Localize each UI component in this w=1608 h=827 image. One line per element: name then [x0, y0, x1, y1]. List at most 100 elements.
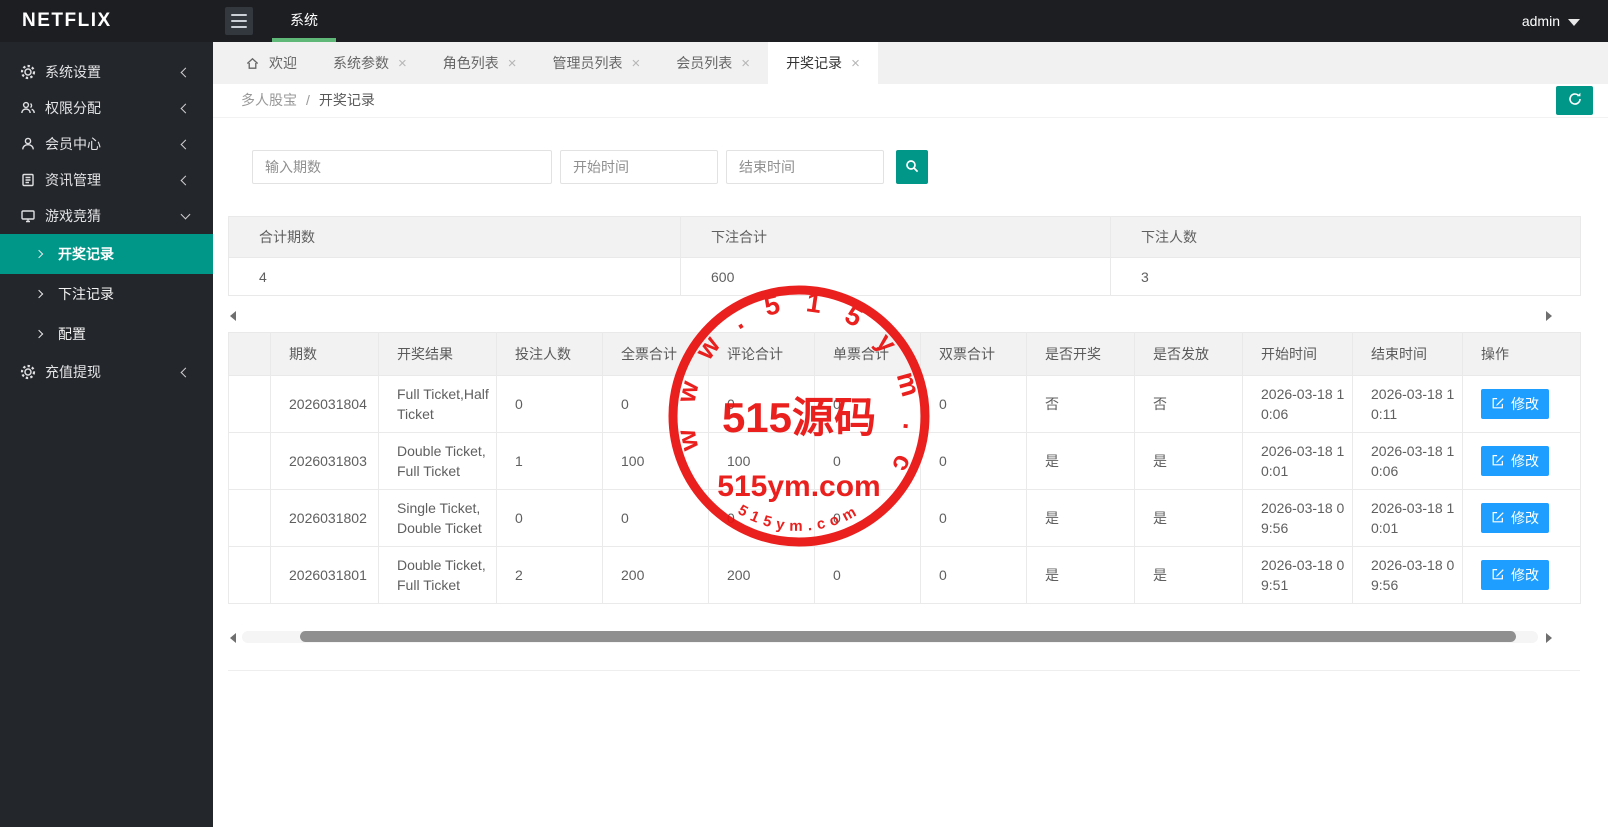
sidebar-item-member-center[interactable]: 会员中心: [0, 126, 213, 162]
col-full-total: 全票合计: [602, 332, 709, 376]
sidebar-subitem-label: 配置: [58, 326, 86, 342]
edit-button-label: 修改: [1511, 396, 1539, 412]
breadcrumb-section: 多人股宝: [241, 92, 297, 108]
sidebar-item-recharge-withdraw[interactable]: 充值提现: [0, 354, 213, 390]
scroll-left-arrow-icon[interactable]: [230, 311, 236, 321]
search-row: [228, 150, 1593, 184]
col-single-total: 单票合计: [814, 332, 921, 376]
hamburger-menu-icon[interactable]: [225, 7, 253, 35]
topnav-system[interactable]: 系统: [272, 0, 336, 42]
divider: [228, 670, 1580, 671]
edit-button[interactable]: 修改: [1481, 446, 1549, 476]
cell-double-total: 0: [920, 432, 1027, 490]
period-input[interactable]: [252, 150, 552, 184]
app-logo: NETFLIX: [22, 10, 112, 31]
col-bettors: 投注人数: [496, 332, 603, 376]
edit-icon: [1491, 510, 1505, 527]
cell-single-total: 0: [814, 546, 921, 604]
sidebar-item-game-betting[interactable]: 游戏竞猜: [0, 198, 213, 234]
sidebar-subitem-bet-records[interactable]: 下注记录: [0, 274, 213, 314]
cell-result: Double Ticket, Full Ticket: [378, 546, 497, 604]
refresh-icon: [1567, 91, 1583, 110]
close-icon[interactable]: ×: [398, 56, 407, 71]
tab-member-list[interactable]: 会员列表 ×: [658, 42, 768, 84]
tabbar: 欢迎 系统参数 × 角色列表 × 管理员列表 × 会员列表 × 开奖记录 ×: [213, 42, 1608, 84]
tab-draw-records[interactable]: 开奖记录 ×: [768, 42, 878, 84]
col-double-total: 双票合计: [920, 332, 1027, 376]
edit-button[interactable]: 修改: [1481, 389, 1549, 419]
cell-comment-total: 0: [708, 375, 815, 433]
document-icon: [20, 172, 36, 188]
draw-records-table: 期数 开奖结果 投注人数 全票合计 评论合计 单票合计 双票合计 是否开奖 是否…: [228, 332, 1581, 604]
sidebar-subitem-config[interactable]: 配置: [0, 314, 213, 354]
tab-welcome[interactable]: 欢迎: [227, 42, 315, 84]
refresh-button[interactable]: [1556, 86, 1593, 115]
edit-button[interactable]: 修改: [1481, 503, 1549, 533]
home-icon: [245, 56, 260, 71]
cell-blank: [228, 489, 271, 547]
cell-end-time: 2026-03-18 10:11: [1352, 375, 1463, 433]
col-comment-total: 评论合计: [708, 332, 815, 376]
chevron-down-icon: [180, 209, 191, 220]
tab-label: 开奖记录: [786, 55, 843, 71]
close-icon[interactable]: ×: [508, 56, 517, 71]
col-drawn: 是否开奖: [1026, 332, 1135, 376]
cell-single-total: 0: [814, 489, 921, 547]
chevron-left-icon: [180, 139, 191, 150]
start-time-input[interactable]: [560, 150, 718, 184]
chevron-left-icon: [180, 103, 191, 114]
scroll-right-arrow-icon[interactable]: [1546, 311, 1552, 321]
breadcrumb-separator: /: [306, 92, 310, 108]
tab-label: 角色列表: [442, 55, 499, 71]
breadcrumb-current: 开奖记录: [318, 92, 375, 108]
summary-total-bettors: 3: [1110, 257, 1581, 296]
sidebar-item-label: 游戏竞猜: [45, 208, 101, 224]
close-icon[interactable]: ×: [632, 56, 641, 71]
cell-bettors: 1: [496, 432, 603, 490]
col-result: 开奖结果: [378, 332, 497, 376]
edit-icon: [1491, 567, 1505, 584]
cell-period: 2026031803: [270, 432, 379, 490]
cell-paid: 否: [1134, 375, 1243, 433]
sidebar-item-info-management[interactable]: 资讯管理: [0, 162, 213, 198]
end-time-input[interactable]: [726, 150, 884, 184]
content: 合计期数 下注合计 下注人数 4 600 3: [213, 150, 1608, 671]
scroll-left-arrow-icon[interactable]: [230, 633, 236, 643]
arrow-right-icon: [34, 249, 44, 259]
cell-paid: 是: [1134, 546, 1243, 604]
sidebar: 系统设置 权限分配 会员中心 资讯管理 游戏竞猜 开奖记录 下注记录 配置 充值…: [0, 42, 213, 827]
topnav-system-label: 系统: [290, 12, 318, 28]
chevron-left-icon: [180, 67, 191, 78]
chevron-left-icon: [180, 367, 191, 378]
close-icon[interactable]: ×: [851, 56, 860, 71]
cell-double-total: 0: [920, 489, 1027, 547]
cell-drawn: 是: [1026, 489, 1135, 547]
breadcrumb: 多人股宝 / 开奖记录: [241, 84, 375, 117]
cell-period: 2026031802: [270, 489, 379, 547]
monitor-icon: [20, 208, 36, 224]
user-dropdown[interactable]: admin: [1522, 0, 1580, 42]
sidebar-item-system-settings[interactable]: 系统设置: [0, 54, 213, 90]
tab-system-params[interactable]: 系统参数 ×: [315, 42, 425, 84]
sidebar-item-permissions[interactable]: 权限分配: [0, 90, 213, 126]
tab-label: 欢迎: [269, 55, 297, 71]
cell-drawn: 否: [1026, 375, 1135, 433]
table-hscroll-bottom: [228, 630, 1593, 646]
edit-button[interactable]: 修改: [1481, 560, 1549, 590]
search-button[interactable]: [896, 150, 928, 184]
cell-start-time: 2026-03-18 09:51: [1242, 546, 1353, 604]
edit-button-label: 修改: [1511, 567, 1539, 583]
tab-label: 系统参数: [333, 55, 389, 71]
tab-admin-list[interactable]: 管理员列表 ×: [535, 42, 659, 84]
cell-actions: 修改: [1462, 432, 1581, 490]
cell-comment-total: 100: [708, 432, 815, 490]
arrow-right-icon: [34, 329, 44, 339]
scrollbar-thumb[interactable]: [300, 631, 1516, 642]
chevron-left-icon: [180, 175, 191, 186]
main-area: 欢迎 系统参数 × 角色列表 × 管理员列表 × 会员列表 × 开奖记录 × 多…: [213, 42, 1608, 827]
tab-role-list[interactable]: 角色列表 ×: [425, 42, 535, 84]
scroll-right-arrow-icon[interactable]: [1546, 633, 1552, 643]
sidebar-subitem-draw-records[interactable]: 开奖记录: [0, 234, 213, 274]
table-hscroll-top: [228, 308, 1593, 324]
close-icon[interactable]: ×: [741, 56, 750, 71]
